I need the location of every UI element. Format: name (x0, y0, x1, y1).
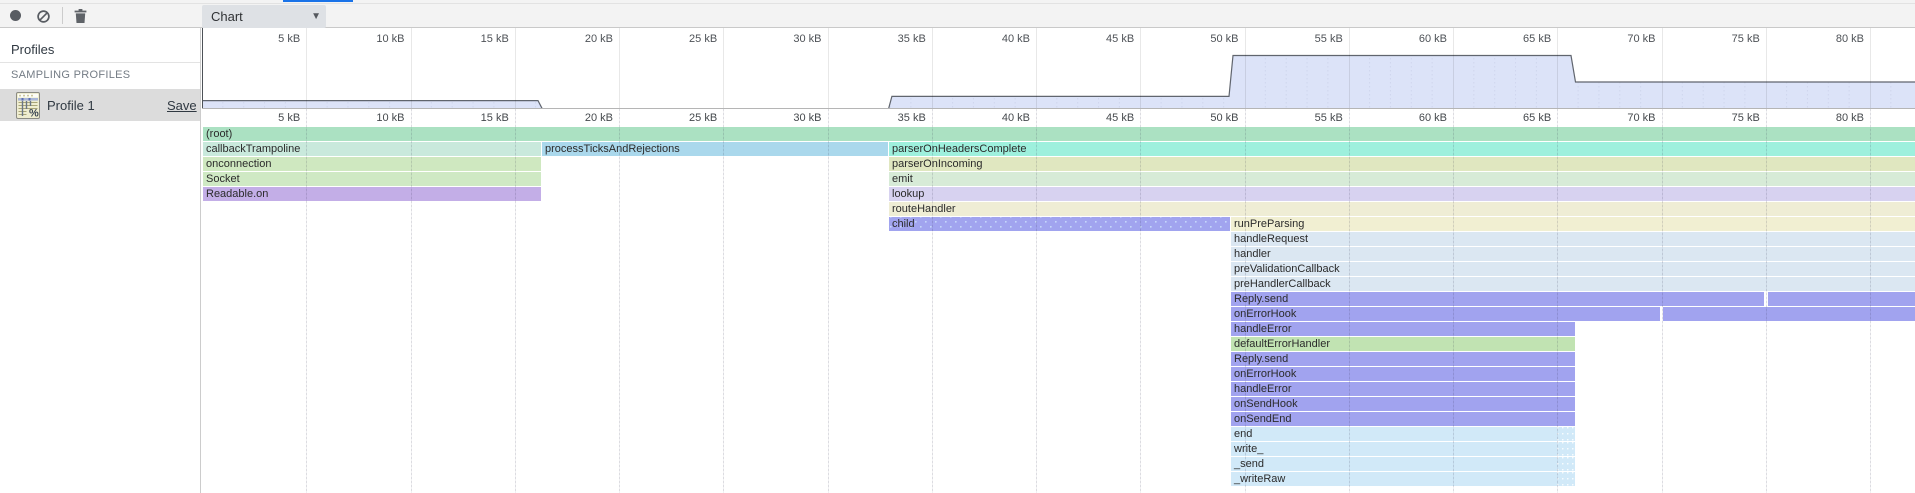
svg-text:%: % (29, 108, 39, 120)
